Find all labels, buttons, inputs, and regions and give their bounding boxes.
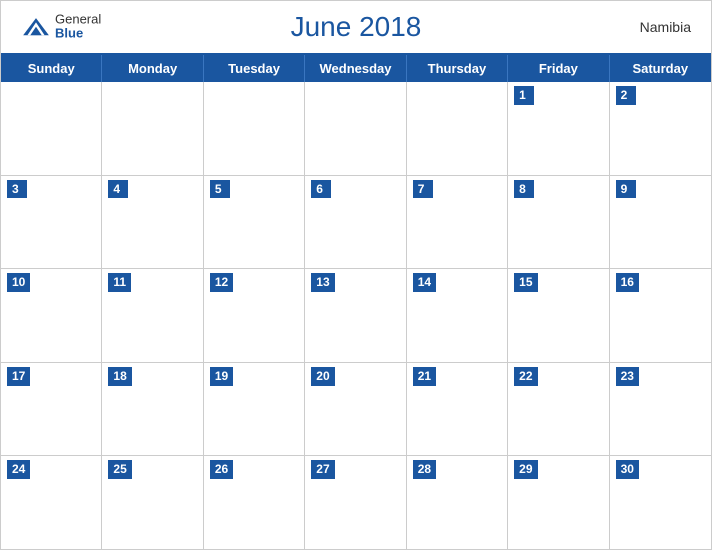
day-cell: 8 xyxy=(508,176,609,269)
day-number: 19 xyxy=(210,367,233,386)
day-cell: 12 xyxy=(204,269,305,362)
day-cell: 5 xyxy=(204,176,305,269)
day-header-monday: Monday xyxy=(102,55,203,82)
day-headers: SundayMondayTuesdayWednesdayThursdayFrid… xyxy=(1,55,711,82)
day-number: 2 xyxy=(616,86,636,105)
week-row-4: 24 25 26 27 28 29 30 xyxy=(1,456,711,549)
day-number: 16 xyxy=(616,273,639,292)
day-number: 23 xyxy=(616,367,639,386)
month-title: June 2018 xyxy=(291,11,422,43)
logo-icon xyxy=(21,17,51,37)
day-cell: 24 xyxy=(1,456,102,549)
week-row-3: 17 18 19 20 21 22 23 xyxy=(1,363,711,457)
day-cell xyxy=(1,82,102,175)
day-number: 11 xyxy=(108,273,131,292)
day-cell: 6 xyxy=(305,176,406,269)
calendar-header: General Blue June 2018 Namibia xyxy=(1,1,711,53)
day-number: 3 xyxy=(7,180,27,199)
day-number: 1 xyxy=(514,86,534,105)
day-number: 12 xyxy=(210,273,233,292)
day-cell: 4 xyxy=(102,176,203,269)
day-cell: 27 xyxy=(305,456,406,549)
day-number: 13 xyxy=(311,273,334,292)
day-number: 22 xyxy=(514,367,537,386)
day-cell: 1 xyxy=(508,82,609,175)
day-header-thursday: Thursday xyxy=(407,55,508,82)
day-number: 21 xyxy=(413,367,436,386)
logo-text: General Blue xyxy=(55,13,101,42)
week-row-2: 10 11 12 13 14 15 16 xyxy=(1,269,711,363)
day-number: 5 xyxy=(210,180,230,199)
day-cell: 19 xyxy=(204,363,305,456)
week-row-1: 3 4 5 6 7 8 9 xyxy=(1,176,711,270)
day-cell: 23 xyxy=(610,363,711,456)
day-number: 10 xyxy=(7,273,30,292)
day-number: 4 xyxy=(108,180,128,199)
day-cell: 11 xyxy=(102,269,203,362)
day-cell: 14 xyxy=(407,269,508,362)
logo: General Blue xyxy=(21,13,101,42)
day-cell: 9 xyxy=(610,176,711,269)
day-number: 6 xyxy=(311,180,331,199)
day-cell: 7 xyxy=(407,176,508,269)
day-cell xyxy=(407,82,508,175)
day-cell: 29 xyxy=(508,456,609,549)
day-number: 17 xyxy=(7,367,30,386)
day-cell: 18 xyxy=(102,363,203,456)
day-number: 30 xyxy=(616,460,639,479)
day-number: 28 xyxy=(413,460,436,479)
day-cell: 25 xyxy=(102,456,203,549)
day-cell: 2 xyxy=(610,82,711,175)
country-label: Namibia xyxy=(640,19,691,35)
day-cell: 22 xyxy=(508,363,609,456)
day-cell xyxy=(204,82,305,175)
day-number: 26 xyxy=(210,460,233,479)
logo-blue: Blue xyxy=(55,27,101,41)
day-number: 9 xyxy=(616,180,636,199)
day-cell: 21 xyxy=(407,363,508,456)
day-cell: 13 xyxy=(305,269,406,362)
day-cell: 10 xyxy=(1,269,102,362)
day-number: 27 xyxy=(311,460,334,479)
day-cell xyxy=(102,82,203,175)
weeks: 1234567891011121314151617181920212223242… xyxy=(1,82,711,549)
day-cell: 20 xyxy=(305,363,406,456)
day-number: 20 xyxy=(311,367,334,386)
day-header-saturday: Saturday xyxy=(610,55,711,82)
day-cell: 26 xyxy=(204,456,305,549)
day-number: 7 xyxy=(413,180,433,199)
day-cell: 30 xyxy=(610,456,711,549)
calendar-container: General Blue June 2018 Namibia SundayMon… xyxy=(0,0,712,550)
logo-general: General xyxy=(55,13,101,27)
week-row-0: 12 xyxy=(1,82,711,176)
day-number: 14 xyxy=(413,273,436,292)
day-header-tuesday: Tuesday xyxy=(204,55,305,82)
day-number: 24 xyxy=(7,460,30,479)
calendar-grid: SundayMondayTuesdayWednesdayThursdayFrid… xyxy=(1,53,711,549)
day-header-sunday: Sunday xyxy=(1,55,102,82)
day-cell: 16 xyxy=(610,269,711,362)
day-header-friday: Friday xyxy=(508,55,609,82)
day-cell: 15 xyxy=(508,269,609,362)
day-header-wednesday: Wednesday xyxy=(305,55,406,82)
day-cell xyxy=(305,82,406,175)
day-number: 29 xyxy=(514,460,537,479)
day-cell: 28 xyxy=(407,456,508,549)
day-number: 8 xyxy=(514,180,534,199)
day-cell: 3 xyxy=(1,176,102,269)
day-number: 25 xyxy=(108,460,131,479)
day-cell: 17 xyxy=(1,363,102,456)
day-number: 15 xyxy=(514,273,537,292)
day-number: 18 xyxy=(108,367,131,386)
